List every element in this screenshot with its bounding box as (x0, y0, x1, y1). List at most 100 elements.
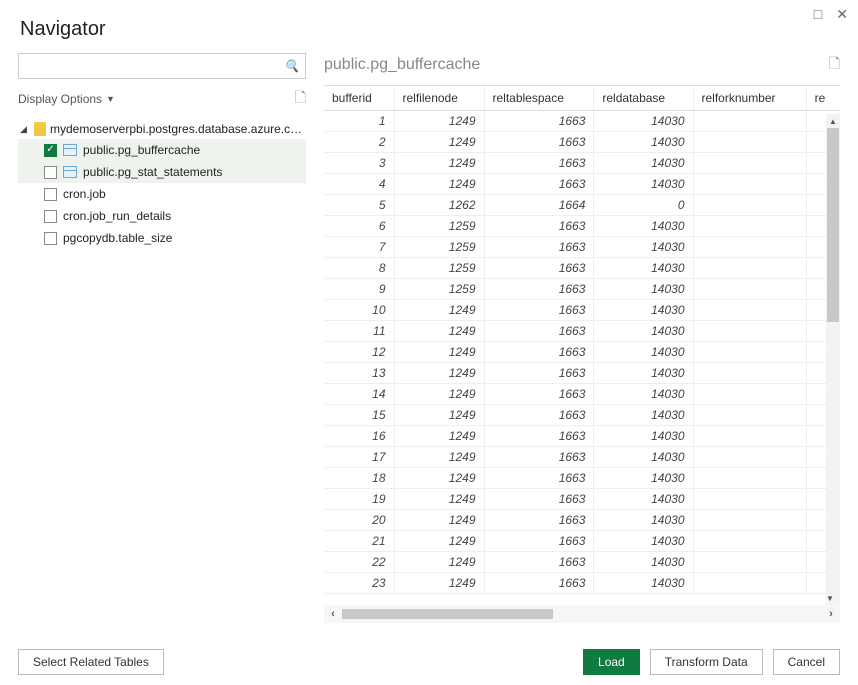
table-row[interactable]: 312491663140300 (324, 153, 840, 174)
cancel-button[interactable]: Cancel (773, 649, 840, 675)
display-options-button[interactable]: Display Options ▼ (18, 92, 115, 106)
search-field[interactable] (25, 59, 284, 73)
tree-item[interactable]: pgcopydb.table_size (18, 227, 306, 249)
table-row[interactable]: 21249166314030. (324, 132, 840, 153)
cell: 15 (324, 405, 394, 426)
scroll-up-icon[interactable]: ▲ (826, 114, 840, 128)
scroll-thumb-horizontal[interactable] (342, 609, 553, 619)
cell (693, 258, 806, 279)
cell: 1663 (484, 342, 594, 363)
table-row[interactable]: 1312491663140300 (324, 363, 840, 384)
cell: 1663 (484, 300, 594, 321)
table-row[interactable]: 2012491663140300 (324, 510, 840, 531)
checkbox[interactable] (44, 210, 57, 223)
table-row[interactable]: 51262166400 (324, 195, 840, 216)
cell: 1663 (484, 426, 594, 447)
cell: 1663 (484, 258, 594, 279)
select-related-tables-button[interactable]: Select Related Tables (18, 649, 164, 675)
table-row[interactable]: 612591663140300 (324, 216, 840, 237)
cell: 14030 (594, 447, 693, 468)
cell: 22 (324, 552, 394, 573)
cell: 1249 (394, 153, 484, 174)
table-row[interactable]: 2312491663140300 (324, 573, 840, 594)
cell: 18 (324, 468, 394, 489)
table-row[interactable]: 2112491663140300 (324, 531, 840, 552)
cell (693, 321, 806, 342)
cell (693, 195, 806, 216)
transform-data-button[interactable]: Transform Data (650, 649, 763, 675)
cell: 7 (324, 237, 394, 258)
table-row[interactable]: 1912491663140300 (324, 489, 840, 510)
cell: 1663 (484, 153, 594, 174)
column-header[interactable]: bufferid (324, 86, 394, 111)
cell: 14030 (594, 237, 693, 258)
preview-refresh-icon[interactable]: 🗋 (829, 53, 840, 77)
table-row[interactable]: 1812491663140300 (324, 468, 840, 489)
table-row[interactable]: 812591663140300 (324, 258, 840, 279)
cell: 1249 (394, 447, 484, 468)
table-row[interactable]: 1212491663140300 (324, 342, 840, 363)
tree-item[interactable]: public.pg_buffercache (18, 139, 306, 161)
cell: 17 (324, 447, 394, 468)
table-row[interactable]: 412491663140300 (324, 174, 840, 195)
column-header[interactable]: reltablespace (484, 86, 594, 111)
column-header[interactable]: relforknumber (693, 86, 806, 111)
cell: 1249 (394, 111, 484, 132)
table-row[interactable]: 1112491663140300 (324, 321, 840, 342)
scroll-down-icon[interactable]: ▼ (826, 591, 834, 605)
cell: 1259 (394, 258, 484, 279)
maximize-icon[interactable]: □ (814, 6, 822, 23)
table-row[interactable]: 1612491663140300 (324, 426, 840, 447)
tree-item-label: pgcopydb.table_size (63, 231, 172, 245)
tree-item[interactable]: cron.job_run_details (18, 205, 306, 227)
checkbox[interactable] (44, 166, 57, 179)
checkbox[interactable] (44, 232, 57, 245)
checkbox[interactable] (44, 188, 57, 201)
table-row[interactable]: 112491663140300 (324, 111, 840, 132)
cell: 20 (324, 510, 394, 531)
cell: 14030 (594, 321, 693, 342)
checkbox[interactable] (44, 144, 57, 157)
collapse-icon[interactable]: ◢ (20, 124, 30, 135)
preview-pane: public.pg_buffercache 🗋 bufferidrelfilen… (320, 53, 840, 623)
scroll-thumb-vertical[interactable] (827, 128, 839, 322)
cell (693, 153, 806, 174)
cell: 6 (324, 216, 394, 237)
cell: 14 (324, 384, 394, 405)
table-row[interactable]: 2212491663140300 (324, 552, 840, 573)
table-row[interactable]: 912591663140300 (324, 279, 840, 300)
cell (693, 237, 806, 258)
table-row[interactable]: 1012491663140300 (324, 300, 840, 321)
vertical-scrollbar[interactable]: ▲ ▼ (826, 114, 840, 605)
tree-item-label: public.pg_buffercache (83, 143, 200, 157)
cell: 1663 (484, 552, 594, 573)
column-header[interactable]: reldatabase (594, 86, 693, 111)
refresh-icon[interactable]: 🗋 (295, 87, 306, 111)
data-grid: bufferidrelfilenodereltablespacereldatab… (324, 85, 840, 623)
search-input[interactable]: 🔍 (18, 53, 306, 79)
database-node[interactable]: ◢ mydemoserverpbi.postgres.database.azur… (18, 119, 306, 139)
database-icon (34, 122, 46, 136)
cell: 10 (324, 300, 394, 321)
cell: 14030 (594, 363, 693, 384)
tree-item[interactable]: cron.job (18, 183, 306, 205)
window-controls: □ ✕ (814, 6, 848, 23)
cell: 1663 (484, 174, 594, 195)
scroll-right-icon[interactable]: › (822, 608, 840, 620)
tree-item[interactable]: public.pg_stat_statements (18, 161, 306, 183)
cell: 1249 (394, 132, 484, 153)
horizontal-scrollbar[interactable]: ‹ › (324, 605, 840, 623)
table-row[interactable]: 1512491663140300 (324, 405, 840, 426)
column-header[interactable]: relfilenode (394, 86, 484, 111)
table-row[interactable]: 1412491663140300 (324, 384, 840, 405)
table-row[interactable]: 1712491663140300 (324, 447, 840, 468)
cell: 1663 (484, 531, 594, 552)
cell: 11 (324, 321, 394, 342)
load-button[interactable]: Load (583, 649, 640, 675)
close-icon[interactable]: ✕ (836, 6, 848, 23)
cell: 14030 (594, 279, 693, 300)
column-header[interactable]: re (806, 86, 840, 111)
scroll-left-icon[interactable]: ‹ (324, 608, 342, 620)
cell: 1249 (394, 510, 484, 531)
table-row[interactable]: 712591663140300 (324, 237, 840, 258)
